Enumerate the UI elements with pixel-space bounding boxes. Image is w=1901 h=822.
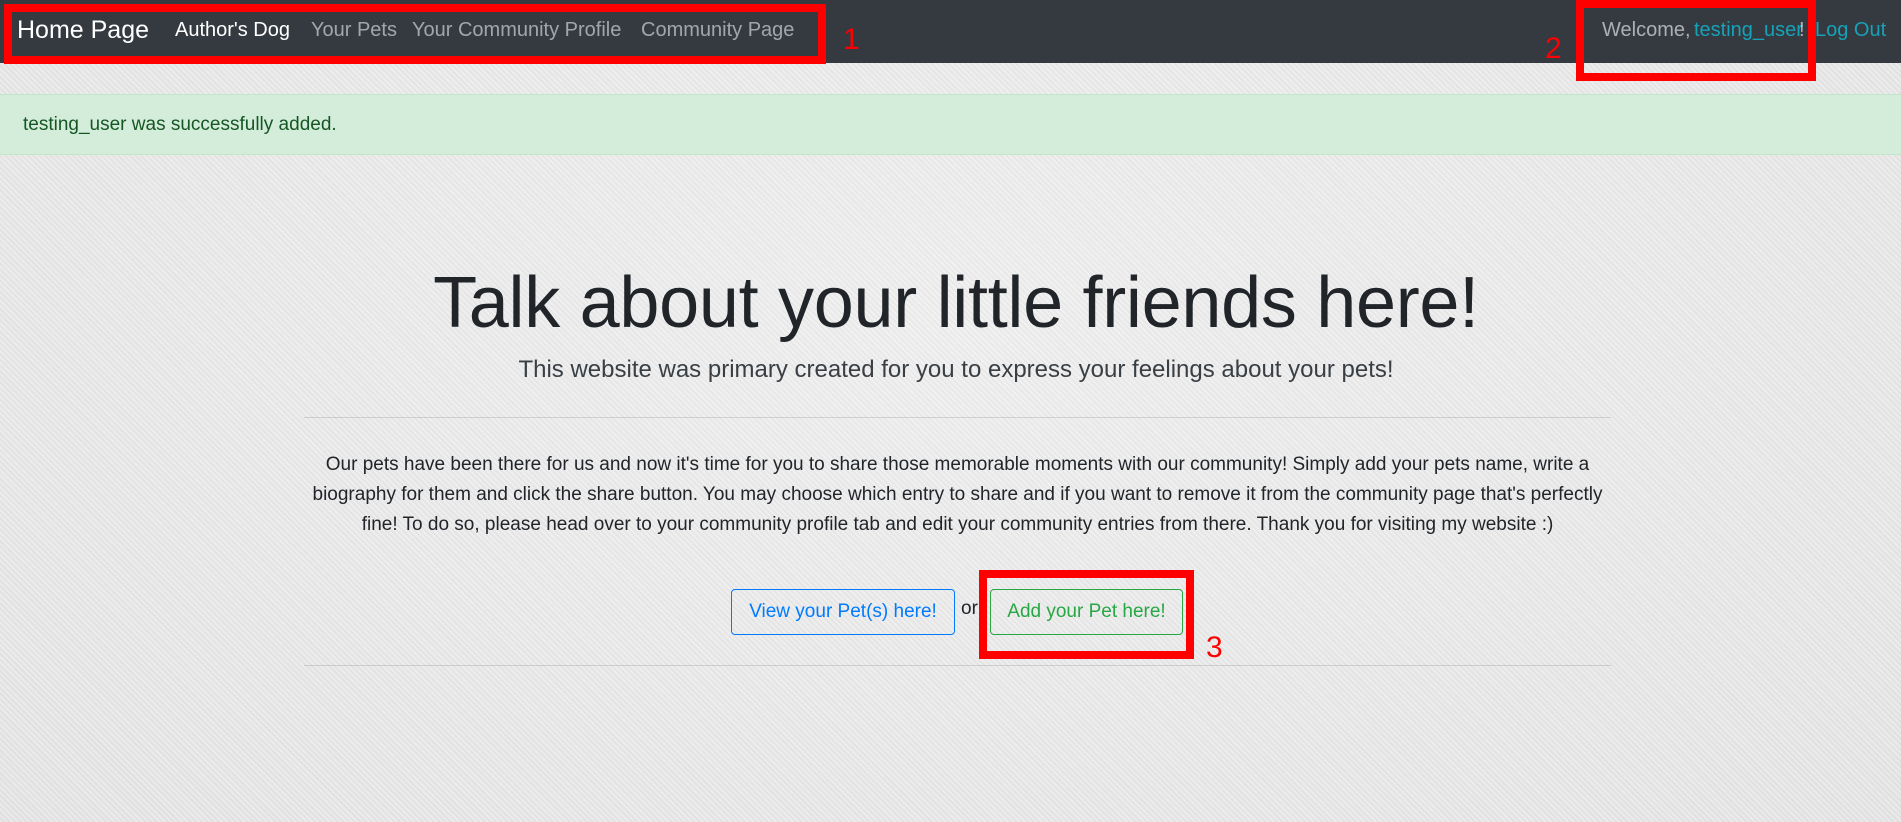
or-separator: or (961, 598, 978, 619)
intro-paragraph: Our pets have been there for us and now … (312, 454, 1603, 535)
view-pets-button[interactable]: View your Pet(s) here! (731, 589, 955, 635)
annotation-number-3: 3 (1206, 631, 1223, 664)
logout-link[interactable]: Log Out (1815, 17, 1886, 43)
annotation-box-1 (4, 4, 826, 64)
annotation-box-3 (979, 570, 1194, 659)
page-title: Talk about your little friends here! (433, 263, 1479, 343)
success-alert: testing_user was successfully added. (0, 94, 1901, 155)
alert-message: testing_user was successfully added. (23, 114, 337, 135)
annotation-box-2 (1576, 0, 1816, 81)
divider-top (304, 417, 1611, 418)
divider-bottom (304, 665, 1611, 666)
page-lead: This website was primary created for you… (518, 356, 1394, 383)
annotation-number-2: 2 (1545, 32, 1562, 65)
annotation-number-1: 1 (843, 23, 860, 56)
